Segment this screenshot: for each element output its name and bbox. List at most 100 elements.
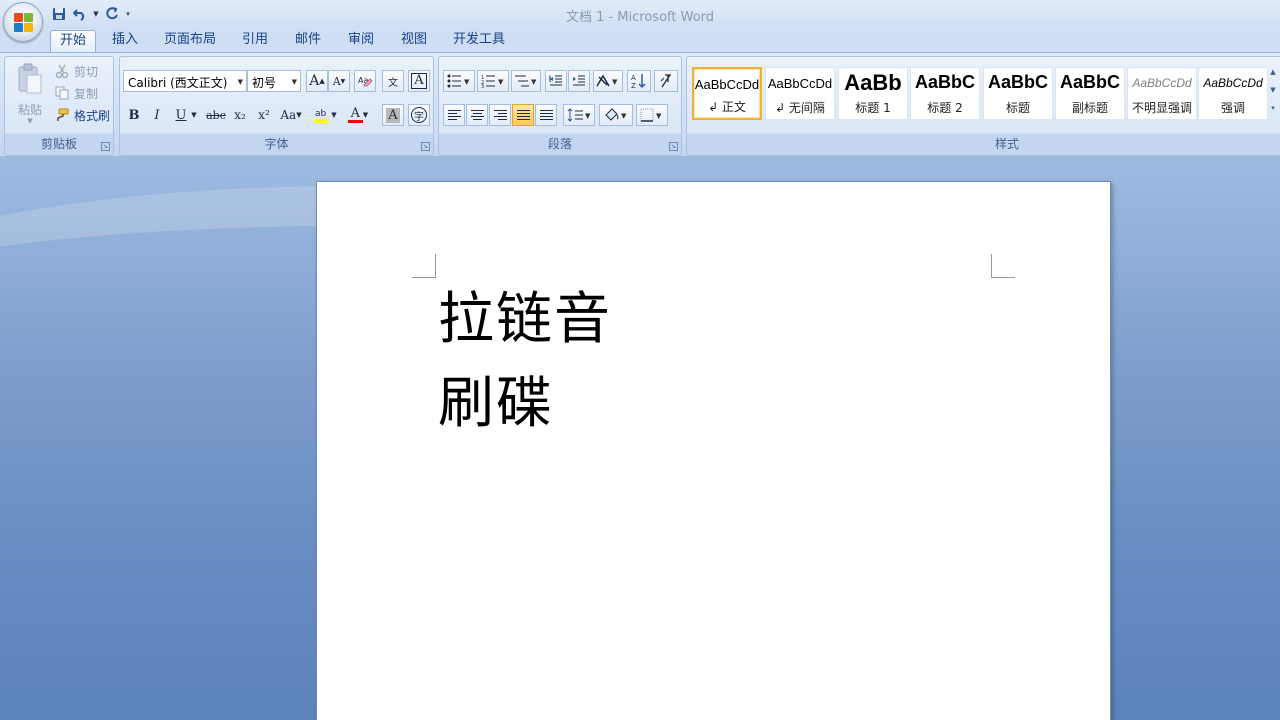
tab-developer[interactable]: 开发工具 xyxy=(448,30,510,52)
numbering-icon: 123▼ xyxy=(481,75,504,88)
tab-view[interactable]: 视图 xyxy=(393,30,435,52)
style-title[interactable]: AaBbC 标题 xyxy=(983,67,1053,120)
borders-icon: ▼ xyxy=(640,108,662,122)
italic-button[interactable]: I xyxy=(146,104,168,126)
increase-indent-button[interactable] xyxy=(568,70,590,92)
multilevel-list-button[interactable]: ▼ xyxy=(511,70,541,92)
font-launcher-icon[interactable]: ↘ xyxy=(421,142,430,151)
undo-icon[interactable] xyxy=(71,5,89,23)
grow-font-button[interactable]: A ▲ xyxy=(306,70,328,92)
customize-qat-icon[interactable]: ▾ xyxy=(124,5,132,23)
more-styles-icon[interactable]: ▾ xyxy=(1266,99,1280,117)
style-subtle-emphasis[interactable]: AaBbCcDd 不明显强调 xyxy=(1127,67,1197,120)
redo-icon[interactable] xyxy=(103,5,121,23)
chinese-layout-button[interactable]: ▼ xyxy=(593,70,623,92)
justify-button[interactable] xyxy=(512,104,534,126)
styles-group-label: 样式 xyxy=(994,137,1019,151)
character-border-button[interactable]: A xyxy=(408,70,430,92)
change-case-button[interactable]: Aa ▼ xyxy=(278,104,304,126)
increase-indent-icon xyxy=(573,75,585,86)
align-left-button[interactable] xyxy=(443,104,465,126)
show-formatting-icon xyxy=(660,74,671,88)
superscript-button[interactable]: x² xyxy=(253,104,275,126)
shrink-font-label: A xyxy=(332,74,341,88)
styles-gallery-scroll: ▲ ▼ ▾ xyxy=(1266,63,1280,117)
scroll-up-icon[interactable]: ▲ xyxy=(1266,63,1280,81)
phonetic-guide-button[interactable]: 文 xyxy=(382,70,404,92)
clear-formatting-button[interactable]: Aa xyxy=(354,70,376,92)
enclose-characters-button[interactable]: 字 xyxy=(408,104,430,126)
scroll-down-icon[interactable]: ▼ xyxy=(1266,81,1280,99)
paste-icon xyxy=(18,63,42,94)
text-highlight-button[interactable]: ab ▼ xyxy=(310,104,340,126)
numbering-button[interactable]: 1 2 3 ▼ xyxy=(477,70,509,92)
distributed-icon xyxy=(539,110,553,120)
align-center-icon xyxy=(470,110,484,120)
copy-button[interactable]: 复制 xyxy=(55,85,98,102)
multilevel-list-icon: ▼ xyxy=(515,75,537,87)
tab-home[interactable]: 开始 xyxy=(50,30,96,52)
style-sample: AaBbC xyxy=(1059,72,1120,92)
tab-references[interactable]: 引用 xyxy=(234,30,276,52)
shading-button[interactable]: ▼ xyxy=(599,104,633,126)
style-normal[interactable]: AaBbCcDd ↲ 正文 xyxy=(692,67,762,120)
show-formatting-button[interactable] xyxy=(654,70,678,92)
decrease-indent-button[interactable] xyxy=(545,70,567,92)
document-line[interactable]: 拉链音 xyxy=(438,292,612,348)
justify-icon xyxy=(516,110,530,120)
line-spacing-button[interactable]: ▼ xyxy=(563,104,595,126)
style-heading-2[interactable]: AaBbC 标题 2 xyxy=(910,67,980,120)
font-size-select[interactable]: 初号 ▼ xyxy=(247,70,301,92)
margin-corner-top-right xyxy=(991,254,1015,278)
borders-button[interactable]: ▼ xyxy=(636,104,668,126)
chevron-down-icon: ▼ xyxy=(296,111,302,119)
tab-review[interactable]: 审阅 xyxy=(340,30,382,52)
character-shading-button[interactable]: A xyxy=(382,104,404,126)
clear-formatting-icon: Aa xyxy=(358,76,373,87)
sort-button[interactable]: AZ xyxy=(627,70,651,92)
style-subtitle[interactable]: AaBbC 副标题 xyxy=(1055,67,1125,120)
style-heading-1[interactable]: AaBb 标题 1 xyxy=(838,67,908,120)
align-right-icon xyxy=(493,110,507,120)
chinese-layout-icon: ▼ xyxy=(596,74,618,87)
clipboard-launcher-icon[interactable]: ↘ xyxy=(101,142,110,151)
svg-text:▼: ▼ xyxy=(612,78,618,86)
paste-button[interactable]: 粘贴 ▼ xyxy=(11,61,49,127)
svg-text:3: 3 xyxy=(481,84,484,88)
distributed-button[interactable] xyxy=(535,104,557,126)
font-family-select[interactable]: Calibri (西文正文) ▼ xyxy=(123,70,247,92)
strikethrough-button[interactable]: abc xyxy=(205,104,227,126)
font-size-value: 初号 xyxy=(252,76,277,90)
bullets-button[interactable]: ▼ xyxy=(443,70,475,92)
paste-label: 粘贴 xyxy=(17,103,42,117)
paragraph-launcher-icon[interactable]: ↘ xyxy=(669,142,678,151)
bold-button[interactable]: B xyxy=(123,104,145,126)
format-painter-icon xyxy=(55,108,71,124)
align-center-button[interactable] xyxy=(466,104,488,126)
ribbon-tabs: 开始 插入 页面布局 引用 邮件 审阅 视图 开发工具 xyxy=(0,28,1280,52)
cut-button[interactable]: 剪切 xyxy=(55,63,98,80)
office-button[interactable] xyxy=(3,2,43,42)
style-sample: AaBb xyxy=(844,70,902,95)
subscript-button[interactable]: x₂ xyxy=(229,104,251,126)
style-no-spacing[interactable]: AaBbCcDd ↲ 无间隔 xyxy=(765,67,835,120)
document-page[interactable]: 拉链音 刷碟 xyxy=(316,181,1111,720)
svg-text:Z: Z xyxy=(631,82,636,89)
format-painter-button[interactable]: 格式刷 xyxy=(55,107,110,124)
undo-dropdown-icon[interactable]: ▼ xyxy=(92,5,100,23)
align-right-button[interactable] xyxy=(489,104,511,126)
svg-text:A: A xyxy=(631,74,636,82)
document-workspace: 拉链音 刷碟 xyxy=(0,156,1280,720)
style-name: ↲ 无间隔 xyxy=(775,101,825,115)
underline-dropdown-icon[interactable]: ▼ xyxy=(188,104,200,126)
save-icon[interactable] xyxy=(50,5,68,23)
tab-page-layout[interactable]: 页面布局 xyxy=(158,30,222,52)
chevron-down-icon: ▼ xyxy=(331,111,337,119)
shrink-font-button[interactable]: A ▼ xyxy=(328,70,350,92)
grow-font-label: A xyxy=(309,73,320,89)
font-color-button[interactable]: A ▼ xyxy=(342,104,374,126)
document-line[interactable]: 刷碟 xyxy=(438,376,554,432)
tab-insert[interactable]: 插入 xyxy=(104,30,146,52)
tab-mailings[interactable]: 邮件 xyxy=(287,30,329,52)
style-emphasis[interactable]: AaBbCcDd 强调 xyxy=(1198,67,1268,120)
